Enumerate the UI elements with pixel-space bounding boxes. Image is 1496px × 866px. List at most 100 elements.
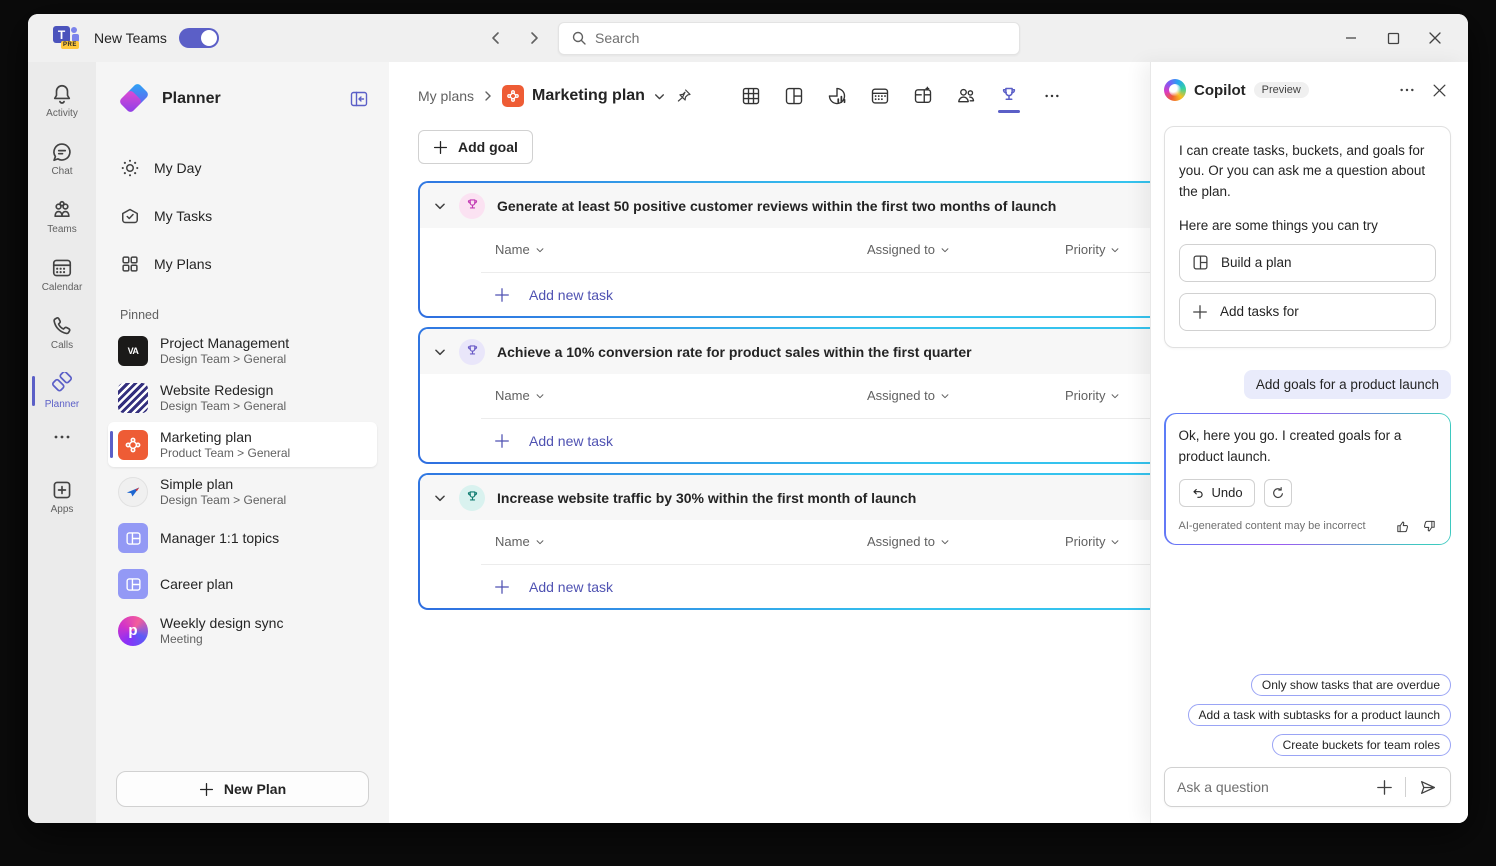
breadcrumb: My plans Marketing plan (418, 85, 692, 107)
sun-icon (120, 158, 140, 178)
chevron-down-icon[interactable] (653, 90, 666, 103)
view-goals-icon[interactable] (996, 77, 1022, 115)
rail-item-activity[interactable]: Activity (30, 74, 94, 128)
sidebar-item-my-plans[interactable]: My Plans (108, 242, 377, 286)
plan-title: Marketing plan (532, 87, 645, 105)
plan-item-manager-topics[interactable]: Manager 1:1 topics (108, 516, 377, 560)
regenerate-button[interactable] (1264, 479, 1292, 507)
goal-title: Increase website traffic by 30% within t… (497, 490, 916, 506)
goal-header[interactable]: Generate at least 50 positive customer r… (420, 183, 1196, 228)
rail-item-calls[interactable]: Calls (30, 306, 94, 360)
user-message-bubble: Add goals for a product launch (1244, 370, 1451, 399)
column-priority[interactable]: Priority (1065, 534, 1120, 549)
view-charts-icon[interactable] (824, 77, 850, 115)
column-assigned-to[interactable]: Assigned to (867, 242, 950, 257)
add-new-task-button[interactable]: Add new task (420, 565, 1196, 608)
view-schedule-icon[interactable] (867, 77, 893, 115)
new-plan-button[interactable]: New Plan (116, 771, 369, 807)
add-new-task-button[interactable]: Add new task (420, 419, 1196, 462)
thumbs-up-icon[interactable] (1395, 519, 1410, 534)
forward-arrow-icon[interactable] (520, 24, 548, 52)
rail-item-planner[interactable]: Planner (30, 364, 94, 418)
copilot-response-text: Ok, here you go. I created goals for a p… (1179, 426, 1437, 467)
sidebar-item-label: My Day (154, 160, 201, 176)
column-assigned-to[interactable]: Assigned to (867, 534, 950, 549)
pre-badge: PRE (61, 41, 79, 49)
column-assigned-to[interactable]: Assigned to (867, 388, 950, 403)
chevron-down-icon[interactable] (433, 491, 447, 505)
view-grid-icon[interactable] (738, 77, 764, 115)
column-priority[interactable]: Priority (1065, 388, 1120, 403)
minimize-button[interactable] (1336, 23, 1366, 53)
column-name[interactable]: Name (495, 242, 545, 257)
quick-prompt-overdue[interactable]: Only show tasks that are overdue (1251, 674, 1451, 696)
search-input[interactable] (595, 30, 1007, 46)
titlebar: T PRE New Teams (28, 14, 1468, 62)
view-board-icon[interactable] (781, 77, 807, 115)
board-logo-icon (118, 569, 148, 599)
column-name[interactable]: Name (495, 388, 545, 403)
chevron-down-icon[interactable] (433, 199, 447, 213)
ask-question-input[interactable] (1177, 779, 1363, 795)
view-timeline-icon[interactable] (910, 77, 936, 115)
copilot-close-icon[interactable] (1427, 78, 1451, 102)
rail-item-apps[interactable]: Apps (30, 470, 94, 524)
preview-badge: Preview (1254, 82, 1309, 98)
copilot-input-box[interactable] (1164, 767, 1451, 807)
new-teams-toggle[interactable] (179, 28, 219, 48)
marketing-plan-logo-icon (118, 430, 148, 460)
plan-item-marketing-plan[interactable]: Marketing plan Product Team > General (108, 422, 377, 467)
copilot-more-icon[interactable] (1395, 78, 1419, 102)
rail-more-button[interactable] (30, 422, 94, 452)
chevron-down-icon[interactable] (433, 345, 447, 359)
pin-icon[interactable] (676, 88, 692, 104)
rail-item-calendar[interactable]: Calendar (30, 248, 94, 302)
quick-prompt-buckets[interactable]: Create buckets for team roles (1272, 734, 1451, 756)
goal-header[interactable]: Increase website traffic by 30% within t… (420, 475, 1196, 520)
sidebar-item-label: My Plans (154, 256, 212, 272)
attach-plus-icon[interactable] (1371, 774, 1397, 800)
view-people-icon[interactable] (953, 77, 979, 115)
plus-icon (494, 287, 510, 303)
build-a-plan-button[interactable]: Build a plan (1179, 244, 1436, 282)
chevron-down-icon (535, 391, 545, 401)
plus-icon (1192, 304, 1208, 320)
close-button[interactable] (1420, 23, 1450, 53)
plan-item-website-redesign[interactable]: Website Redesign Design Team > General (108, 375, 377, 420)
column-priority[interactable]: Priority (1065, 242, 1120, 257)
breadcrumb-my-plans[interactable]: My plans (418, 88, 474, 104)
thumbs-down-icon[interactable] (1422, 519, 1437, 534)
search-box[interactable] (558, 22, 1020, 55)
board-logo-icon (118, 523, 148, 553)
trophy-icon (459, 339, 485, 365)
add-tasks-for-button[interactable]: Add tasks for (1179, 293, 1436, 331)
add-new-task-button[interactable]: Add new task (420, 273, 1196, 316)
plan-item-simple-plan[interactable]: Simple plan Design Team > General (108, 469, 377, 514)
sidebar-item-my-tasks[interactable]: My Tasks (108, 194, 377, 238)
send-icon[interactable] (1414, 774, 1440, 800)
column-name[interactable]: Name (495, 534, 545, 549)
sidebar-item-my-day[interactable]: My Day (108, 146, 377, 190)
goal-title: Achieve a 10% conversion rate for produc… (497, 344, 972, 360)
website-redesign-logo-icon (118, 383, 148, 413)
refresh-icon (1271, 486, 1285, 500)
collapse-sidebar-icon[interactable] (349, 89, 369, 109)
copilot-response-card: Ok, here you go. I created goals for a p… (1164, 413, 1451, 546)
grid-icon (120, 254, 140, 274)
more-views-icon[interactable] (1039, 77, 1065, 115)
rail-item-chat[interactable]: Chat (30, 132, 94, 186)
project-management-logo-icon: VA (118, 336, 148, 366)
ellipsis-icon (53, 434, 71, 440)
goal-header[interactable]: Achieve a 10% conversion rate for produc… (420, 329, 1196, 374)
undo-button[interactable]: Undo (1179, 479, 1255, 507)
plan-item-weekly-design-sync[interactable]: p Weekly design sync Meeting (108, 608, 377, 653)
plan-item-career-plan[interactable]: Career plan (108, 562, 377, 606)
quick-prompt-subtasks[interactable]: Add a task with subtasks for a product l… (1188, 704, 1451, 726)
search-icon (571, 30, 587, 46)
maximize-button[interactable] (1378, 23, 1408, 53)
back-arrow-icon[interactable] (482, 24, 510, 52)
add-goal-button[interactable]: Add goal (418, 130, 533, 164)
rail-item-teams[interactable]: Teams (30, 190, 94, 244)
loop-meeting-logo-icon: p (118, 616, 148, 646)
plan-item-project-management[interactable]: VA Project Management Design Team > Gene… (108, 328, 377, 373)
